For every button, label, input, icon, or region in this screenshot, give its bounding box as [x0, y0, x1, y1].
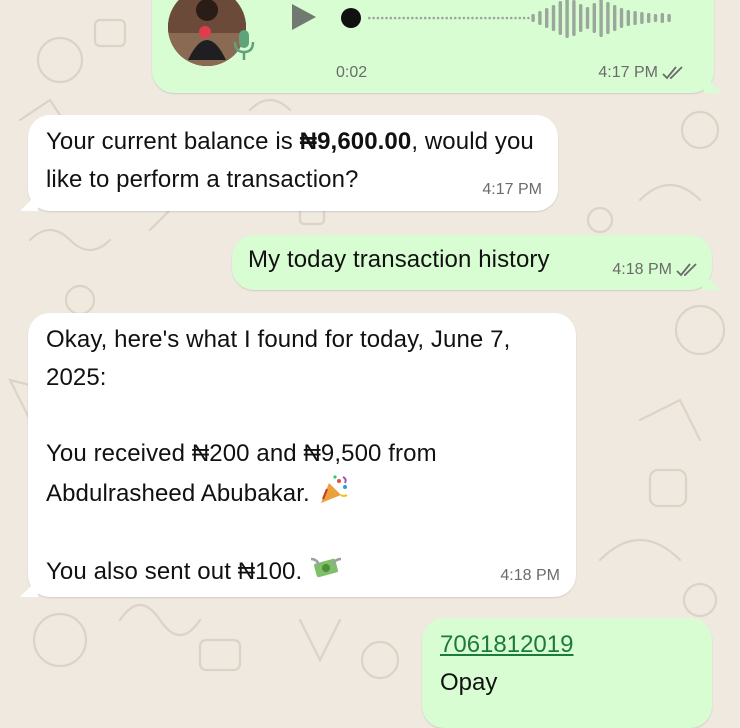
waveform-bar — [565, 0, 569, 38]
incoming-message[interactable]: Okay, here's what I found for today, Jun… — [20, 313, 576, 597]
waveform-bar — [368, 16, 371, 20]
audio-waveform[interactable] — [338, 0, 688, 40]
waveform-bar — [484, 16, 487, 20]
waveform-bar — [633, 11, 637, 25]
waveform-bar — [492, 16, 496, 20]
waveform-bar — [572, 0, 576, 36]
waveform-bar — [606, 2, 610, 34]
waveform-bar — [558, 1, 562, 35]
message-paragraph: Okay, here's what I found for today, Jun… — [46, 326, 511, 391]
mic-icon — [233, 30, 255, 60]
waveform-bar — [475, 16, 479, 20]
message-text: Your current balance is ₦9,600.00, would… — [46, 128, 534, 193]
waveform-bar — [599, 0, 603, 37]
waveform-bar — [385, 16, 388, 20]
waveform-bar — [372, 16, 375, 20]
waveform-bar — [402, 16, 405, 20]
message-time: 4:18 PM — [612, 261, 698, 279]
message-text: Opay — [440, 669, 498, 696]
waveform-bar — [376, 16, 380, 20]
waveform-bar — [531, 14, 535, 22]
waveform-bar — [449, 16, 453, 20]
waveform-bar — [522, 16, 526, 20]
waveform-bar — [514, 16, 517, 20]
waveform-bar — [393, 16, 397, 20]
waveform-bar — [619, 8, 624, 28]
waveform-bar — [640, 12, 644, 24]
waveform-bar — [471, 16, 474, 20]
waveform-bar — [579, 4, 583, 32]
outgoing-message[interactable]: My today transaction history 4:18 PM — [232, 235, 720, 290]
waveform-bar — [551, 5, 556, 31]
waveform-bar — [406, 16, 410, 20]
waveform-bar — [527, 16, 530, 20]
waveform-bar — [667, 14, 671, 22]
waveform-bar — [415, 16, 418, 20]
waveform-bar — [423, 16, 427, 20]
waveform-bar — [613, 5, 617, 31]
waveform-bar — [545, 8, 549, 28]
waveform-bar — [441, 16, 444, 20]
waveform-bar — [488, 16, 491, 20]
waveform-bar — [647, 13, 651, 23]
waveform-bar — [398, 16, 401, 20]
waveform-bar — [432, 16, 436, 20]
waveform-bar — [497, 16, 500, 20]
waveform-bar — [538, 11, 542, 25]
waveform-bar — [518, 16, 522, 20]
bubble-tail — [704, 75, 722, 93]
voice-duration: 0:02 — [336, 64, 368, 81]
message-text: Okay, here's what I found for today, Jun… — [46, 321, 566, 591]
waveform-bar — [428, 16, 431, 20]
waveform-bar — [592, 3, 596, 33]
message-text: My today transaction history — [248, 246, 550, 273]
waveform-bar — [462, 16, 466, 20]
waveform-bar — [436, 16, 440, 20]
read-ticks-icon — [676, 263, 697, 277]
balance-amount: ₦9,600.00 — [299, 128, 412, 155]
waveform-bar — [380, 16, 384, 20]
waveform-bar — [454, 16, 457, 20]
waveform-bar — [509, 16, 513, 20]
phone-number-link[interactable]: 7061812019 — [440, 626, 573, 664]
waveform-bar — [505, 16, 509, 20]
waveform-bar — [660, 13, 664, 23]
waveform-bar — [501, 16, 504, 20]
message-time: 4:17 PM — [482, 181, 542, 198]
waveform-bar — [653, 14, 658, 22]
waveform-bar — [419, 16, 423, 20]
play-icon[interactable] — [288, 2, 318, 32]
message-paragraph: You also sent out ₦100. — [46, 551, 566, 591]
waveform-bar — [445, 16, 448, 20]
waveform-bar — [466, 16, 470, 20]
read-ticks-icon — [662, 66, 683, 80]
playhead[interactable] — [341, 8, 361, 28]
outgoing-message[interactable]: 7061812019 Opay — [422, 618, 712, 728]
incoming-message[interactable]: Your current balance is ₦9,600.00, would… — [20, 115, 558, 211]
message-paragraph: You received ₦200 and ₦9,500 from Abdulr… — [46, 440, 437, 507]
message-time: 4:18 PM — [500, 567, 560, 584]
voice-time: 4:17 PM — [598, 64, 684, 82]
waveform-bar — [585, 7, 590, 29]
waveform-bar — [389, 16, 393, 20]
waveform-bar — [458, 16, 461, 20]
bubble-tail — [20, 579, 38, 597]
bubble-tail — [702, 272, 720, 290]
bubble-tail — [20, 193, 38, 211]
waveform-bar — [479, 16, 483, 20]
waveform-bar — [626, 10, 630, 26]
party-popper-icon — [320, 475, 348, 503]
waveform-bar — [411, 16, 414, 20]
money-with-wings-icon — [310, 557, 342, 578]
